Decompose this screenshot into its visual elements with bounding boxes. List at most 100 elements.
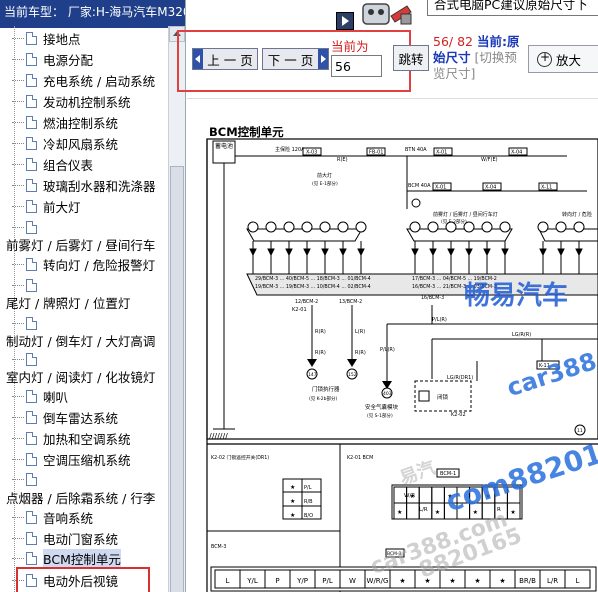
panel-toggle-button[interactable] xyxy=(336,12,354,30)
tree-item[interactable]: 加热和空调系统 xyxy=(12,428,131,448)
tree-item-label: 电源分配 xyxy=(43,52,94,68)
svg-text:★: ★ xyxy=(510,509,515,516)
tree-item-label: BCM控制单元 xyxy=(43,548,121,568)
svg-text:★: ★ xyxy=(290,498,295,505)
svg-text:★: ★ xyxy=(473,509,478,516)
current-page-label: 当前为 xyxy=(331,39,369,54)
bcm3-pin-label: P xyxy=(275,577,279,585)
document-icon xyxy=(26,136,37,150)
tree-folder[interactable]: 点烟器 / 后除霜系统 / 行李 xyxy=(6,487,155,507)
bcm3-pin-label: W xyxy=(349,577,356,585)
page-info: 56/ 82 当前:原 始尺寸 [切换预 览尺寸] xyxy=(433,34,533,82)
document-icon xyxy=(26,31,37,45)
tree-item[interactable]: 音响系统 xyxy=(12,507,94,527)
document-icon xyxy=(26,220,37,234)
document-icon xyxy=(26,52,37,66)
tree-item[interactable]: 转向灯 / 危险报警灯 xyxy=(12,254,155,274)
tree-item-label: 发动机控制系统 xyxy=(43,94,131,110)
tree-item[interactable]: 充电系统 / 启动系统 xyxy=(12,70,155,90)
scroll-thumb[interactable] xyxy=(170,166,184,592)
tree-item-label: 音响系统 xyxy=(43,510,94,526)
tree-item[interactable]: 电源分配 xyxy=(12,49,94,69)
tree-folder[interactable]: 制动灯 / 倒车灯 / 大灯高调 xyxy=(6,330,155,350)
tree-item[interactable]: 倒车雷达系统 xyxy=(12,407,118,427)
tree-item[interactable]: 电动门窗系统 xyxy=(12,528,119,548)
document-icon xyxy=(26,157,37,171)
bcm3-pin-label: W/R/G xyxy=(367,577,389,585)
svg-text:★: ★ xyxy=(410,493,415,500)
tree-item[interactable]: 接地点 xyxy=(12,28,81,48)
tree-item[interactable]: 组合仪表 xyxy=(12,154,93,174)
svg-text:L(R): L(R) xyxy=(355,329,365,335)
svg-text:★: ★ xyxy=(397,509,402,516)
page-number-input[interactable] xyxy=(331,55,382,77)
tree-item[interactable]: 玻璃刮水器和洗涤器 xyxy=(12,175,156,195)
document-icon xyxy=(26,94,37,108)
wiring-diagram-viewer[interactable]: BCM控制单元 蓄电池 /////// 主保险 120A X-03 R(E) F… xyxy=(187,98,598,592)
svg-text:11: 11 xyxy=(577,428,583,434)
previous-page-button[interactable]: 上 一 页 xyxy=(192,48,258,70)
preview-size-link[interactable]: 览尺寸] xyxy=(433,66,475,81)
bcm2-r-label: 12/BCM-2 xyxy=(295,299,318,305)
bcm3-pin-label: P/L xyxy=(322,577,333,585)
document-icon xyxy=(26,73,37,87)
tree-item[interactable]: 喇叭 xyxy=(12,386,68,406)
tree-item-label: 加热和空调系统 xyxy=(43,431,131,447)
tree-folder[interactable]: 室内灯 / 阅读灯 / 化妆镜灯 xyxy=(6,366,155,386)
bcm2-l-label: 13/BCM-2 xyxy=(339,299,362,305)
bcm3-pin-label: L xyxy=(226,577,230,585)
svg-text:16/BCM-3 ... 21/BCM-3 ... 03/B: 16/BCM-3 ... 21/BCM-3 ... 03/BCM-3 xyxy=(412,284,497,290)
tree-item-label: 电动门窗系统 xyxy=(43,531,119,547)
current-car-label: 当前车型： 厂家:H-海马汽车M32015- xyxy=(4,5,185,19)
tree-folder[interactable]: 前雾灯 / 后雾灯 / 昼间行车 xyxy=(6,234,155,254)
tree-item[interactable]: 前大灯 xyxy=(12,196,81,216)
svg-text:P/L(R): P/L(R) xyxy=(380,347,395,353)
svg-text:R(R): R(R) xyxy=(315,329,326,335)
tree-item-selected[interactable]: BCM控制单元 xyxy=(12,548,121,568)
left-navigation-panel: 当前车型： 厂家:H-海马汽车M32015- 接地点电源分配充电系统 / 启动系… xyxy=(0,0,186,592)
b-o-pin: B/O xyxy=(304,513,313,519)
document-icon xyxy=(26,510,37,524)
next-page-button[interactable]: 下 一 页 xyxy=(262,48,329,70)
fog-lights-label: 前雾灯 / 后雾灯 / 昼间行车灯 xyxy=(433,211,498,218)
tree-scrollbar[interactable] xyxy=(168,26,185,592)
svg-text:403: 403 xyxy=(383,391,392,397)
left-arrow-icon xyxy=(193,49,203,69)
document-icon xyxy=(26,452,37,466)
document-icon xyxy=(26,278,37,292)
tree-item[interactable]: 冷却风扇系统 xyxy=(12,133,118,153)
front-lights-sub: (见 E-1部分) xyxy=(312,180,338,187)
svg-text:147: 147 xyxy=(308,372,317,378)
tree-item[interactable]: 发动机控制系统 xyxy=(12,91,131,111)
tree-item-label: 玻璃刮水器和洗涤器 xyxy=(43,178,156,194)
tree-item[interactable]: 空调压缩机系统 xyxy=(12,449,131,469)
k201-header: K2-01 BCM xyxy=(347,455,373,461)
svg-text:★: ★ xyxy=(447,493,452,500)
tree-folder[interactable]: 尾灯 / 牌照灯 / 位置灯 xyxy=(6,292,130,312)
main-fuse-label: 主保险 120A xyxy=(275,146,305,153)
door-actuator-label: 门锁执行器 xyxy=(312,385,340,393)
bcm3-pin-label: ★ xyxy=(424,577,430,585)
battery-label: 蓄电池 xyxy=(215,142,233,150)
svg-text:K2-01: K2-01 xyxy=(292,307,307,313)
tree-item[interactable]: 燃油控制系统 xyxy=(12,112,118,132)
zoom-in-button[interactable]: 放大 xyxy=(528,45,598,73)
svg-text:152: 152 xyxy=(348,372,357,378)
closed-label: 闭锁 xyxy=(437,393,449,401)
svg-text:★: ★ xyxy=(290,484,295,491)
document-icon xyxy=(26,389,37,403)
svg-text:16/BCM-3: 16/BCM-3 xyxy=(421,295,444,301)
btn40a-label: BTN 40A xyxy=(405,147,427,153)
display-notice: 合式电脑PC建议原始尺寸下 xyxy=(427,0,598,16)
svg-text:BCM-3: BCM-3 xyxy=(387,551,402,557)
tree-item[interactable] xyxy=(12,469,43,489)
document-icon xyxy=(26,115,37,129)
selected-item-highlight xyxy=(16,567,150,592)
jump-button[interactable]: 跳转 xyxy=(393,45,429,71)
wiring-diagram: 蓄电池 /////// 主保险 120A X-03 R(E) FB-01 BTN… xyxy=(206,138,598,592)
svg-text:★: ★ xyxy=(435,509,440,516)
bcm3-pin-label: ★ xyxy=(499,577,505,585)
svg-text:W/F(E): W/F(E) xyxy=(481,157,498,163)
switch-preview-link[interactable]: [切换预 xyxy=(475,50,517,65)
circuit-tree: 接地点电源分配充电系统 / 启动系统发动机控制系统燃油控制系统 冷却风扇系统 组合仪… xyxy=(0,26,168,592)
